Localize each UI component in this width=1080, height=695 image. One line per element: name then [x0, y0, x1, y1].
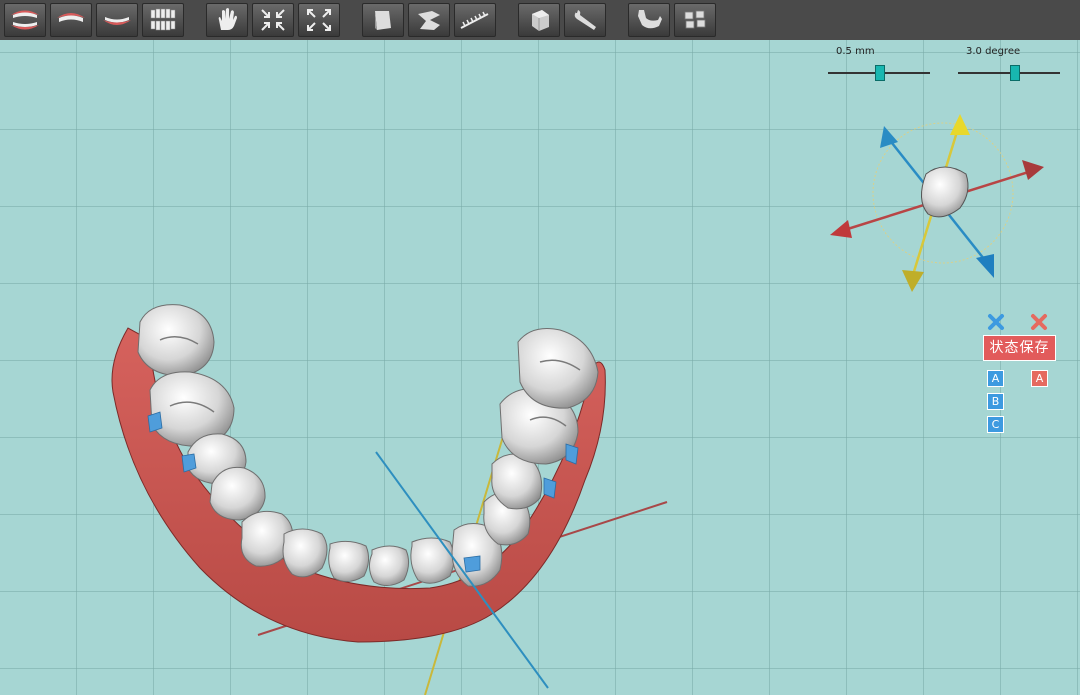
gizmo-arrow-y-pos[interactable]: [950, 114, 970, 135]
attachment[interactable]: [565, 443, 579, 465]
brackets-button[interactable]: [674, 3, 716, 37]
segment-icon: [418, 11, 440, 30]
state-slot-right-a[interactable]: A: [1031, 370, 1048, 387]
transform-gizmo[interactable]: [830, 114, 1044, 292]
step-size-label: 0.5 mm: [836, 46, 875, 57]
state-slot-left-b[interactable]: B: [987, 393, 1004, 410]
gizmo-arrow-x-pos[interactable]: [1022, 160, 1044, 180]
dental-arch-model[interactable]: [0, 40, 1080, 695]
view-teeth-only-icon: [150, 8, 176, 31]
tooth-right-central-incisor[interactable]: [368, 545, 410, 586]
close-red-x-icon[interactable]: [1030, 313, 1048, 331]
angle-slider[interactable]: [958, 65, 1060, 81]
tooth-left-premolar-1[interactable]: [209, 466, 266, 521]
attachment-button[interactable]: [362, 3, 404, 37]
attachment[interactable]: [463, 555, 481, 573]
attachment[interactable]: [147, 411, 163, 433]
zoom-out-button[interactable]: [298, 3, 340, 37]
segment-button[interactable]: [408, 3, 450, 37]
toolbar: [0, 0, 1080, 40]
state-slot-left-a[interactable]: A: [987, 370, 1004, 387]
attachment[interactable]: [543, 477, 557, 499]
close-blue-x-icon[interactable]: [987, 313, 1005, 331]
toolbar-separator: [340, 3, 358, 37]
view-upper-arch-icon: [57, 13, 85, 22]
zoom-in-icon: [261, 9, 285, 31]
pan-hand-button[interactable]: [206, 3, 248, 37]
wrench-button[interactable]: [564, 3, 606, 37]
wrench-icon: [574, 10, 596, 30]
state-slot-left-c[interactable]: C: [987, 416, 1004, 433]
gizmo-arrow-z-neg[interactable]: [880, 126, 898, 148]
step-size-slider[interactable]: [828, 65, 930, 81]
toolbar-separator: [184, 3, 202, 37]
tooth-left-central-incisor[interactable]: [328, 540, 370, 582]
toolbar-separator: [496, 3, 514, 37]
tooth-left-lateral-incisor[interactable]: [282, 528, 328, 578]
view-both-arches-button[interactable]: [4, 3, 46, 37]
slider-thumb[interactable]: [1009, 65, 1020, 81]
zoom-out-icon: [307, 9, 331, 31]
gizmo-arrow-z-pos[interactable]: [976, 254, 994, 278]
attachment-icon: [375, 11, 391, 30]
save-state-button[interactable]: 状态保存: [983, 335, 1056, 361]
tooth-right-molar-2[interactable]: [517, 328, 599, 409]
view-lower-arch-button[interactable]: [96, 3, 138, 37]
tooth-left-molar-2[interactable]: [137, 304, 215, 377]
3d-viewport[interactable]: [0, 40, 1080, 695]
ruler-icon: [460, 11, 489, 29]
ruler-button[interactable]: [454, 3, 496, 37]
slider-thumb[interactable]: [875, 65, 885, 81]
cube-icon: [532, 10, 549, 31]
tooth-right-lateral-incisor[interactable]: [410, 537, 455, 584]
jaw-icon: [638, 10, 662, 29]
toolbar-separator: [606, 3, 624, 37]
view-lower-arch-icon: [103, 17, 131, 25]
gizmo-arrow-y-neg[interactable]: [902, 270, 924, 292]
gizmo-tooth[interactable]: [921, 166, 969, 218]
gizmo-arrow-x-neg[interactable]: [830, 220, 852, 238]
view-teeth-only-button[interactable]: [142, 3, 184, 37]
view-upper-arch-button[interactable]: [50, 3, 92, 37]
zoom-in-button[interactable]: [252, 3, 294, 37]
angle-label: 3.0 degree: [966, 46, 1021, 57]
brackets-icon: [684, 10, 706, 29]
jaw-button[interactable]: [628, 3, 670, 37]
view-both-arches-icon: [11, 10, 39, 30]
cube-button[interactable]: [518, 3, 560, 37]
pan-hand-icon: [218, 8, 237, 30]
